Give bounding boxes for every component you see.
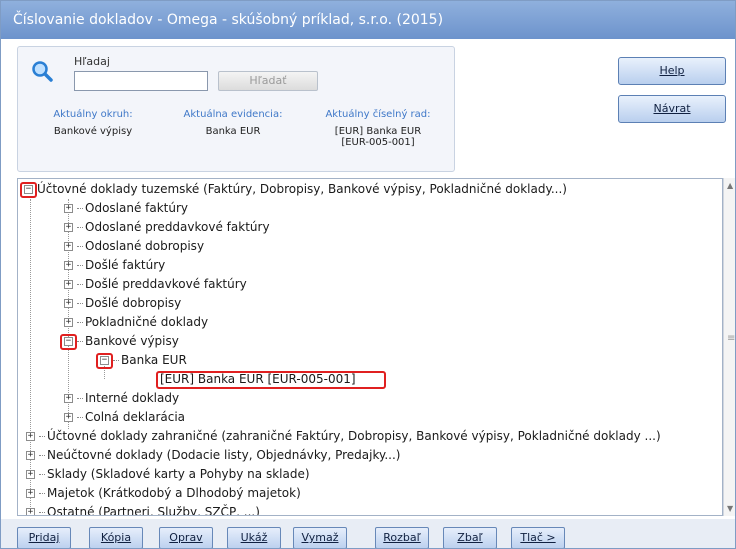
tree-node-label: Neúčtovné doklady (Dodacie listy, Objedn… <box>47 448 401 462</box>
show-button[interactable]: Ukáž <box>227 527 281 548</box>
search-button[interactable]: Hľadať <box>218 71 318 91</box>
back-button[interactable]: Návrat <box>618 95 726 123</box>
copy-button[interactable]: Kópia <box>89 527 143 548</box>
tree-node-label: Došlé dobropisy <box>85 296 182 310</box>
expand-icon[interactable]: + <box>26 432 35 441</box>
edit-button[interactable]: Oprav <box>159 527 213 548</box>
tree-node-received-invoices[interactable]: + Došlé faktúry <box>64 256 165 275</box>
tree-node-label: Sklady (Skladové karty a Pohyby na sklad… <box>47 467 310 481</box>
tree-node-label: Colná deklarácia <box>85 410 186 424</box>
tree-node-internal-documents[interactable]: + Interné doklady <box>64 389 179 408</box>
window-title: Číslovanie dokladov - Omega - skúšobný p… <box>1 1 735 39</box>
tree-node-received-advance-invoices[interactable]: + Došlé preddavkové faktúry <box>64 275 247 294</box>
highlight-box <box>20 182 37 198</box>
tree-node-domestic[interactable]: − Účtovné doklady tuzemské (Faktúry, Dobr… <box>24 180 567 199</box>
highlight-box <box>156 371 386 389</box>
expand-icon[interactable]: + <box>64 299 73 308</box>
help-button[interactable]: Help <box>618 57 726 85</box>
expand-icon[interactable]: + <box>64 318 73 327</box>
document-tree[interactable]: − Účtovné doklady tuzemské (Faktúry, Dobr… <box>17 178 723 516</box>
tree-node-received-credit-notes[interactable]: + Došlé dobropisy <box>64 294 181 313</box>
tree-node-other[interactable]: + Ostatné (Partneri, Služby, SZČP, ...) <box>26 503 260 516</box>
tree-node-label: Majetok (Krátkodobý a Dlhodobý majetok) <box>47 486 301 500</box>
bottom-toolbar: Pridaj Kópia Oprav Ukáž Vymaž Rozbaľ Zba… <box>1 519 735 548</box>
tree-node-label: Bankové výpisy <box>85 334 179 348</box>
tree-node-cash-documents[interactable]: + Pokladničné doklady <box>64 313 208 332</box>
tree-node-bank-statements[interactable]: − Bankové výpisy <box>64 332 179 351</box>
tree-node-customs-declaration[interactable]: + Colná deklarácia <box>64 408 185 427</box>
info-current-series: Aktuálny číselný rad: [EUR] Banka EUR [E… <box>308 109 448 148</box>
tree-node-sent-advance-invoices[interactable]: + Odoslané preddavkové faktúry <box>64 218 270 237</box>
tree-node-label: Došlé faktúry <box>85 258 166 272</box>
highlight-box <box>60 334 77 350</box>
tree-node-label: Odoslané dobropisy <box>85 239 205 253</box>
tree-node-label: Banka EUR <box>121 353 187 367</box>
expand-icon[interactable]: + <box>64 204 73 213</box>
tree-node-bank-eur[interactable]: − Banka EUR <box>100 351 187 370</box>
expand-icon[interactable]: + <box>64 242 73 251</box>
expand-icon[interactable]: + <box>26 470 35 479</box>
add-button[interactable]: Pridaj <box>17 527 71 548</box>
info-current-register: Aktuálna evidencia: Banka EUR <box>168 109 298 137</box>
tree-node-label: Došlé preddavkové faktúry <box>85 277 247 291</box>
expand-icon[interactable]: + <box>64 223 73 232</box>
info-value: Banka EUR <box>205 126 261 137</box>
tree-node-stock[interactable]: + Sklady (Skladové karty a Pohyby na skla… <box>26 465 310 484</box>
expand-icon[interactable]: + <box>26 489 35 498</box>
tree-node-label: Účtovné doklady tuzemské (Faktúry, Dobro… <box>37 182 567 196</box>
info-value-2: [EUR-005-001] <box>341 137 415 148</box>
tree-node-label: Pokladničné doklady <box>85 315 209 329</box>
window: Číslovanie dokladov - Omega - skúšobný p… <box>0 0 736 549</box>
highlight-box <box>96 353 113 369</box>
delete-button[interactable]: Vymaž <box>293 527 347 548</box>
info-label: Aktuálna evidencia: <box>183 109 283 120</box>
info-label: Aktuálny číselný rad: <box>325 109 431 120</box>
search-input[interactable] <box>74 71 208 91</box>
info-current-area: Aktuálny okruh: Bankové výpisy <box>28 109 158 137</box>
tree-node-foreign[interactable]: + Účtovné doklady zahraničné (zahraničné … <box>26 427 661 446</box>
expand-icon[interactable]: + <box>64 280 73 289</box>
scroll-grip-icon[interactable]: ≡ <box>727 333 735 344</box>
tree-node-label: Interné doklady <box>85 391 180 405</box>
print-button[interactable]: Tlač > <box>511 527 565 548</box>
expand-icon[interactable]: + <box>64 261 73 270</box>
expand-icon[interactable]: + <box>64 394 73 403</box>
info-value: [EUR] Banka EUR <box>334 126 422 137</box>
tree-node-label: Účtovné doklady zahraničné (zahraničné F… <box>47 429 661 443</box>
expand-icon[interactable]: + <box>26 508 35 515</box>
search-panel: Hľadaj Hľadať Aktuálny okruh: Bankové vý… <box>17 46 455 172</box>
expand-all-button[interactable]: Rozbaľ <box>375 527 429 548</box>
tree-node-label: Odoslané preddavkové faktúry <box>85 220 270 234</box>
tree-node-sent-invoices[interactable]: + Odoslané faktúry <box>64 199 188 218</box>
tree-node-label: Ostatné (Partneri, Služby, SZČP, ...) <box>47 505 260 516</box>
tree-node-assets[interactable]: + Majetok (Krátkodobý a Dlhodobý majetok) <box>26 484 301 503</box>
collapse-all-button[interactable]: Zbaľ <box>443 527 497 548</box>
expand-icon[interactable]: + <box>64 413 73 422</box>
search-icon <box>32 61 53 82</box>
info-value: Bankové výpisy <box>53 126 133 137</box>
tree-scrollbar[interactable]: ▲ ≡ ▼ <box>723 178 735 516</box>
tree-node-sent-credit-notes[interactable]: + Odoslané dobropisy <box>64 237 204 256</box>
scroll-up-icon[interactable]: ▲ <box>727 181 733 190</box>
search-label: Hľadaj <box>74 55 110 68</box>
tree-node-label: Odoslané faktúry <box>85 201 189 215</box>
info-label: Aktuálny okruh: <box>53 109 133 120</box>
expand-icon[interactable]: + <box>26 451 35 460</box>
tree-node-non-accounting[interactable]: + Neúčtovné doklady (Dodacie listy, Objed… <box>26 446 401 465</box>
scroll-down-icon[interactable]: ▼ <box>727 504 733 513</box>
